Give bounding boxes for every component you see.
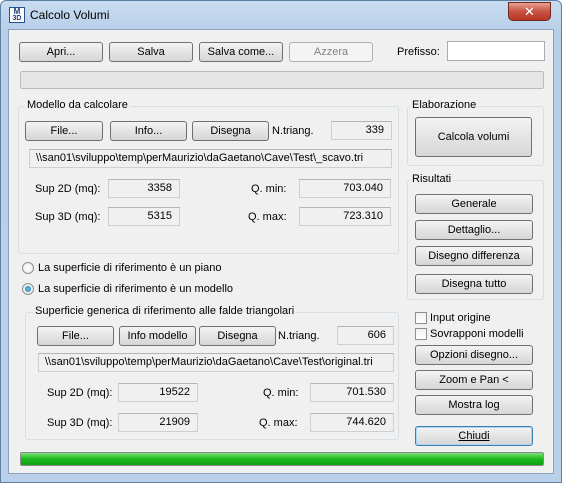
app-icon-text-top: M bbox=[13, 7, 21, 16]
model-draw-button[interactable]: Disegna bbox=[192, 121, 269, 141]
model-qmax-value: 723.310 bbox=[299, 207, 391, 226]
model-qmax-label: Q. max: bbox=[248, 211, 287, 223]
ref-sup2d-label: Sup 2D (mq): bbox=[47, 387, 113, 399]
model-ntriang-label: N.triang. bbox=[272, 125, 314, 137]
close-window-button[interactable]: ✕ bbox=[508, 2, 551, 21]
overlay-models-checkbox[interactable] bbox=[415, 328, 427, 340]
ref-ntriang-value: 606 bbox=[337, 326, 394, 345]
status-bar-top bbox=[20, 71, 544, 89]
draw-difference-button[interactable]: Disegno differenza bbox=[415, 246, 533, 266]
window-title: Calcolo Volumi bbox=[30, 8, 110, 22]
ref-ntriang-label: N.triang. bbox=[278, 330, 320, 342]
ref-sup2d-value: 19522 bbox=[118, 383, 198, 402]
model-file-button[interactable]: File... bbox=[25, 121, 103, 141]
model-group-title: Modello da calcolare bbox=[25, 99, 130, 111]
ref-sup3d-value: 21909 bbox=[118, 413, 198, 432]
client-area: Apri... Salva Salva come... Azzera Prefi… bbox=[8, 29, 554, 474]
model-ntriang-value: 339 bbox=[331, 121, 392, 140]
ref-file-button[interactable]: File... bbox=[37, 326, 114, 346]
draw-options-button[interactable]: Opzioni disegno... bbox=[415, 345, 533, 365]
progress-bar-fill bbox=[21, 453, 543, 465]
open-button[interactable]: Apri... bbox=[19, 42, 103, 62]
model-sup3d-label: Sup 3D (mq): bbox=[35, 211, 101, 223]
ref-path-field: \\san01\sviluppo\temp\perMaurizio\daGaet… bbox=[38, 353, 394, 372]
radio-reference-plane[interactable] bbox=[22, 262, 34, 274]
prefix-label: Prefisso: bbox=[397, 46, 440, 58]
model-qmin-label: Q. min: bbox=[251, 183, 287, 195]
model-qmin-value: 703.040 bbox=[299, 179, 391, 198]
model-sup2d-value: 3358 bbox=[108, 179, 180, 198]
reset-button[interactable]: Azzera bbox=[289, 42, 373, 62]
show-log-button[interactable]: Mostra log bbox=[415, 395, 533, 415]
detail-results-button[interactable]: Dettaglio... bbox=[415, 220, 533, 240]
ref-qmin-label: Q. min: bbox=[263, 387, 299, 399]
calculate-volumes-button[interactable]: Calcola volumi bbox=[415, 117, 532, 157]
zoom-pan-button[interactable]: Zoom e Pan < bbox=[415, 370, 533, 390]
results-group-title: Risultati bbox=[410, 173, 454, 185]
reference-model-group-title: Superficie generica di riferimento alle … bbox=[33, 305, 297, 317]
progress-bar bbox=[20, 452, 544, 466]
draw-all-button[interactable]: Disegna tutto bbox=[415, 274, 533, 294]
app-window: M 3D Calcolo Volumi ✕ Apri... Salva Salv… bbox=[0, 0, 562, 483]
ref-qmax-value: 744.620 bbox=[310, 413, 394, 432]
save-button[interactable]: Salva bbox=[109, 42, 193, 62]
radio-reference-plane-label[interactable]: La superficie di riferimento è un piano bbox=[38, 262, 221, 274]
model-path-field: \\san01\sviluppo\temp\perMaurizio\daGaet… bbox=[29, 149, 392, 168]
model-sup2d-label: Sup 2D (mq): bbox=[35, 183, 101, 195]
ref-sup3d-label: Sup 3D (mq): bbox=[47, 417, 113, 429]
processing-group-title: Elaborazione bbox=[410, 99, 479, 111]
radio-reference-model[interactable] bbox=[22, 283, 34, 295]
ref-qmin-value: 701.530 bbox=[310, 383, 394, 402]
radio-reference-model-label[interactable]: La superficie di riferimento è un modell… bbox=[38, 283, 233, 295]
prefix-input[interactable] bbox=[447, 41, 545, 61]
close-icon: ✕ bbox=[524, 4, 535, 19]
ref-draw-button[interactable]: Disegna bbox=[199, 326, 276, 346]
close-dialog-button[interactable]: Chiudi bbox=[415, 426, 533, 446]
overlay-models-label[interactable]: Sovrapponi modelli bbox=[430, 328, 524, 340]
save-as-button[interactable]: Salva come... bbox=[199, 42, 283, 62]
ref-qmax-label: Q. max: bbox=[259, 417, 298, 429]
general-results-button[interactable]: Generale bbox=[415, 194, 533, 214]
input-origin-label[interactable]: Input origine bbox=[430, 312, 491, 324]
model-sup3d-value: 5315 bbox=[108, 207, 180, 226]
model-info-button[interactable]: Info... bbox=[110, 121, 187, 141]
title-bar[interactable]: M 3D Calcolo Volumi ✕ bbox=[1, 1, 561, 29]
ref-info-model-button[interactable]: Info modello bbox=[119, 326, 196, 346]
app-icon: M 3D bbox=[9, 7, 25, 23]
input-origin-checkbox[interactable] bbox=[415, 312, 427, 324]
app-icon-text-bottom: 3D bbox=[12, 15, 22, 22]
